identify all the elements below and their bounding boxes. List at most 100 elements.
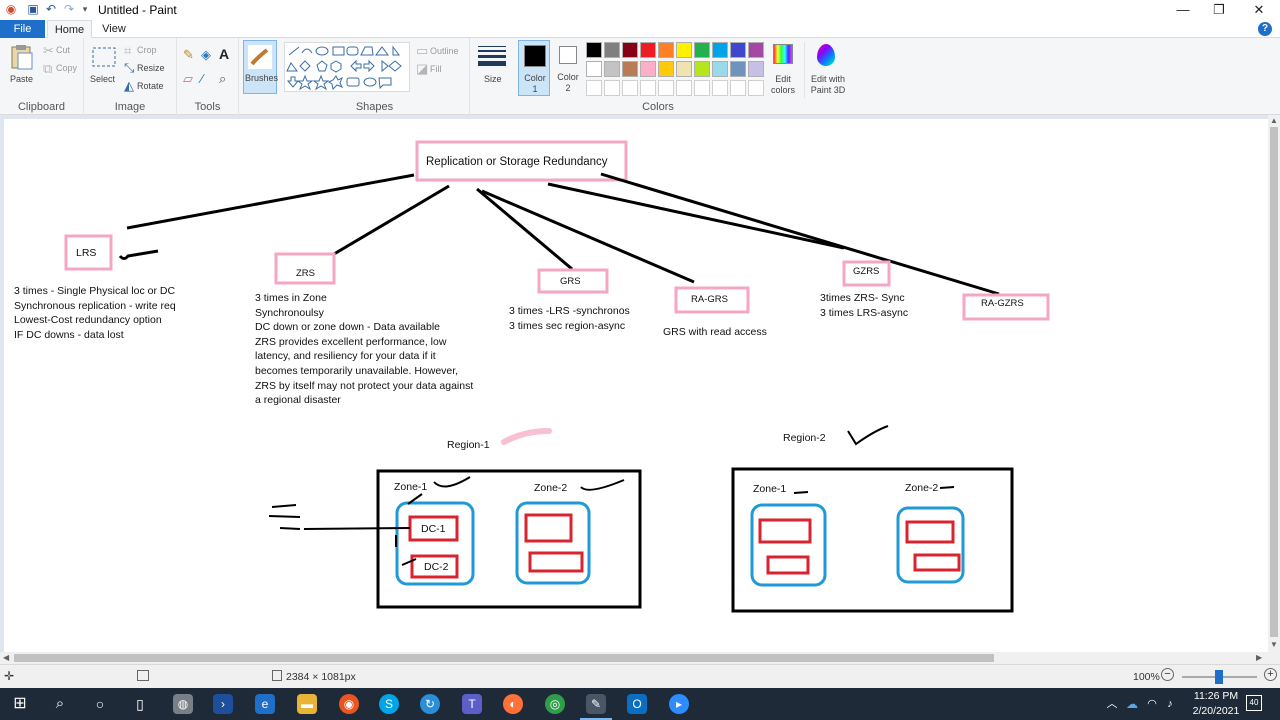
custom-color-slot[interactable] xyxy=(640,80,656,96)
task-view-icon[interactable]: ▯ xyxy=(130,694,150,714)
fill-bucket-icon[interactable]: ◈ xyxy=(201,48,211,62)
scroll-down-icon[interactable]: ▼ xyxy=(1270,640,1278,649)
tab-home[interactable]: Home xyxy=(47,20,92,39)
magnifier-icon[interactable]: ⌕ xyxy=(219,72,226,86)
file-explorer-icon[interactable]: ▬ xyxy=(297,694,317,714)
clock[interactable]: 11:26 PM 2/20/2021 xyxy=(1186,689,1246,719)
paint3d-button[interactable]: Edit with Paint 3D xyxy=(804,42,846,98)
paste-button[interactable]: Paste xyxy=(6,42,36,94)
custom-color-slot[interactable] xyxy=(676,80,692,96)
edit-colors-button[interactable]: Edit colors xyxy=(766,42,800,98)
help-icon[interactable]: ? xyxy=(1258,22,1272,36)
custom-color-slot[interactable] xyxy=(712,80,728,96)
paint-taskbar-icon[interactable]: ✎ xyxy=(586,694,606,714)
minimize-button[interactable]: — xyxy=(1164,0,1202,20)
save-icon[interactable]: ▣ xyxy=(26,2,40,16)
custom-color-slot[interactable] xyxy=(694,80,710,96)
zoom-in-icon[interactable]: + xyxy=(1264,668,1277,681)
drawing-canvas[interactable]: Replication or Storage Redundancy LRS ZR… xyxy=(4,119,1268,658)
edge-icon[interactable]: e xyxy=(255,694,275,714)
palette-swatch[interactable] xyxy=(748,42,764,58)
search-icon[interactable]: ⌕ xyxy=(50,694,70,714)
palette-swatch[interactable] xyxy=(640,42,656,58)
copy-button[interactable]: Copy xyxy=(56,63,77,73)
vertical-scrollbar[interactable]: ▲ ▼ xyxy=(1268,115,1280,664)
custom-color-slot[interactable] xyxy=(604,80,620,96)
vertical-scroll-thumb[interactable] xyxy=(1270,127,1278,637)
volume-icon[interactable]: ♪ xyxy=(1160,694,1180,714)
zoom-slider[interactable] xyxy=(1182,670,1257,684)
palette-swatch[interactable] xyxy=(658,61,674,77)
chrome-icon[interactable]: ◎ xyxy=(545,694,565,714)
notifications-icon[interactable]: 40 xyxy=(1246,695,1262,711)
crop-button[interactable]: Crop xyxy=(137,45,157,55)
outlook-icon[interactable]: O xyxy=(627,694,647,714)
cortana-icon[interactable]: ○ xyxy=(90,694,110,714)
skype-icon[interactable]: S xyxy=(379,694,399,714)
tab-file[interactable]: File xyxy=(0,20,45,38)
horizontal-scroll-thumb[interactable] xyxy=(14,654,994,662)
windows-start-icon[interactable]: ⊞ xyxy=(10,694,30,714)
cut-button[interactable]: Cut xyxy=(56,45,70,55)
size-button[interactable]: Size xyxy=(474,42,510,96)
tab-view[interactable]: View xyxy=(95,20,133,39)
palette-swatch[interactable] xyxy=(586,61,602,77)
wifi-icon[interactable]: ◠ xyxy=(1142,694,1162,714)
teams-icon[interactable]: T xyxy=(462,694,482,714)
firefox-icon[interactable]: ◐ xyxy=(503,694,523,714)
scroll-left-icon[interactable]: ◀ xyxy=(3,653,9,662)
palette-swatch[interactable] xyxy=(658,42,674,58)
palette-swatch[interactable] xyxy=(730,61,746,77)
palette-swatch[interactable] xyxy=(604,42,620,58)
powershell-icon[interactable]: › xyxy=(213,694,233,714)
undo-icon[interactable]: ↶ xyxy=(44,2,58,16)
zoom-out-icon[interactable]: − xyxy=(1161,668,1174,681)
show-hidden-icons[interactable]: ︿ xyxy=(1102,694,1122,714)
custom-color-slot[interactable] xyxy=(748,80,764,96)
custom-color-slot[interactable] xyxy=(586,80,602,96)
select-button[interactable]: Select xyxy=(88,44,120,94)
app-icon-1[interactable]: ◍ xyxy=(173,694,193,714)
sync-icon[interactable]: ↻ xyxy=(420,694,440,714)
custom-color-slot[interactable] xyxy=(730,80,746,96)
customize-toolbar-icon[interactable]: ▾ xyxy=(78,2,92,16)
palette-swatch[interactable] xyxy=(622,61,638,77)
palette-swatch[interactable] xyxy=(730,42,746,58)
outline-button[interactable]: Outline xyxy=(430,46,459,56)
text-tool-icon[interactable]: A xyxy=(219,47,229,61)
palette-swatch[interactable] xyxy=(622,42,638,58)
palette-swatch[interactable] xyxy=(676,42,692,58)
palette-swatch[interactable] xyxy=(640,61,656,77)
fill-button[interactable]: Fill xyxy=(430,64,442,74)
pencil-icon[interactable]: ✎ xyxy=(183,48,194,62)
rotate-button[interactable]: Rotate xyxy=(137,81,164,91)
color-picker-icon[interactable]: ⁄ xyxy=(201,72,203,86)
tools-group-label: Tools xyxy=(194,101,221,113)
color2-button[interactable]: Color 2 xyxy=(552,40,584,96)
eraser-icon[interactable]: ▱ xyxy=(183,72,193,86)
palette-swatch[interactable] xyxy=(586,42,602,58)
horizontal-scrollbar[interactable]: ◀ ▶ xyxy=(0,652,1268,664)
maximize-button[interactable]: ❐ xyxy=(1200,0,1238,20)
palette-swatch[interactable] xyxy=(676,61,692,77)
custom-color-slot[interactable] xyxy=(622,80,638,96)
palette-swatch[interactable] xyxy=(694,61,710,77)
custom-color-slot[interactable] xyxy=(658,80,674,96)
scroll-right-icon[interactable]: ▶ xyxy=(1256,653,1262,662)
ubuntu-icon[interactable]: ◉ xyxy=(339,694,359,714)
onedrive-icon[interactable]: ☁ xyxy=(1122,694,1142,714)
palette-swatch[interactable] xyxy=(604,61,620,77)
scroll-up-icon[interactable]: ▲ xyxy=(1270,116,1278,125)
palette-swatch[interactable] xyxy=(712,42,728,58)
palette-swatch[interactable] xyxy=(694,42,710,58)
redo-icon[interactable]: ↷ xyxy=(62,2,76,16)
zoom-slider-thumb[interactable] xyxy=(1215,670,1223,684)
brushes-button[interactable]: Brushes xyxy=(243,40,278,94)
close-button[interactable]: ✕ xyxy=(1240,0,1278,20)
palette-swatch[interactable] xyxy=(712,61,728,77)
resize-button[interactable]: Resize xyxy=(137,63,165,73)
shapes-gallery[interactable] xyxy=(284,42,410,92)
color1-button[interactable]: Color 1 xyxy=(518,40,550,96)
zoom-app-icon[interactable]: ▸ xyxy=(669,694,689,714)
palette-swatch[interactable] xyxy=(748,61,764,77)
